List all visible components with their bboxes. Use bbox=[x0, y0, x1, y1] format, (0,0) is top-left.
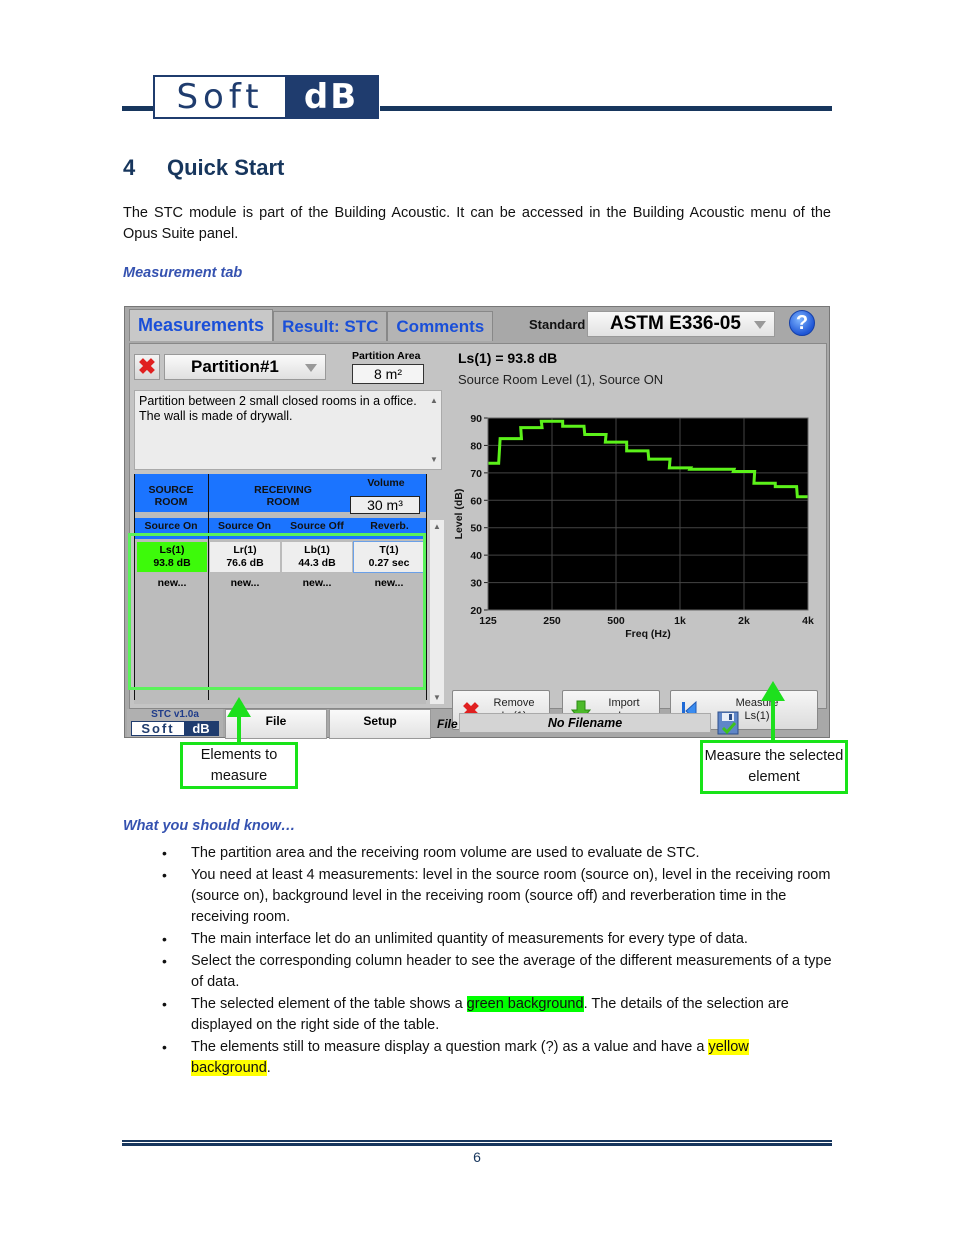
list-item-text: The selected element of the table shows … bbox=[191, 996, 467, 1012]
chevron-down-icon bbox=[754, 321, 766, 329]
tab-comments[interactable]: Comments bbox=[387, 311, 494, 341]
grid-divider bbox=[426, 474, 427, 700]
intro-paragraph: The STC module is part of the Building A… bbox=[123, 205, 831, 242]
header-rule-left bbox=[122, 106, 154, 111]
version-text: STC v1.0a bbox=[151, 709, 199, 720]
list-item: You need at least 4 measurements: level … bbox=[160, 865, 832, 928]
standard-value: ASTM E336-05 bbox=[610, 313, 741, 334]
list-item-text: . bbox=[266, 1060, 271, 1076]
selection-title: Ls(1) = 93.8 dB bbox=[458, 350, 558, 366]
y-tick-label: 60 bbox=[470, 495, 482, 507]
setup-button[interactable]: Setup bbox=[329, 709, 431, 739]
col-header-receiving-on[interactable]: Source On bbox=[208, 518, 281, 534]
description-textarea[interactable]: Partition between 2 small closed rooms i… bbox=[134, 390, 442, 470]
mini-logo-soft: Soft bbox=[132, 722, 184, 735]
list-item: The main interface let do an unlimited q… bbox=[160, 929, 832, 950]
list-item: The elements still to measure display a … bbox=[160, 1037, 832, 1079]
tab-result-stc[interactable]: Result: STC bbox=[273, 311, 388, 341]
partition-value: Partition#1 bbox=[191, 357, 279, 376]
description-scrollbar[interactable]: ▲ ▼ bbox=[427, 391, 441, 469]
scroll-down-icon[interactable]: ▼ bbox=[433, 693, 441, 702]
list-item: The partition area and the receiving roo… bbox=[160, 843, 832, 864]
save-icon[interactable] bbox=[717, 711, 739, 735]
elements-to-measure-callout: Elements to measure bbox=[180, 742, 298, 789]
volume-label: Volume bbox=[367, 477, 405, 489]
delete-partition-button[interactable]: ✖ bbox=[134, 354, 160, 380]
arrow-shaft bbox=[771, 698, 775, 742]
col-header-reverb[interactable]: Reverb. bbox=[353, 518, 426, 534]
section-heading: 4 Quick Start bbox=[123, 155, 284, 181]
plot-area bbox=[488, 418, 808, 610]
standard-select[interactable]: ASTM E336-05 bbox=[587, 311, 775, 337]
x-tick-label: 1k bbox=[674, 615, 686, 627]
version-badge: STC v1.0a Soft dB bbox=[127, 709, 223, 737]
arrow-shaft bbox=[237, 714, 241, 744]
what-you-should-know-heading: What you should know… bbox=[123, 818, 296, 834]
y-tick-label: 50 bbox=[470, 523, 482, 535]
y-tick-label: 40 bbox=[470, 550, 482, 562]
x-tick-label: 125 bbox=[479, 615, 497, 627]
filename-field: No Filename bbox=[459, 713, 711, 733]
file-label: File bbox=[437, 717, 458, 731]
selection-subtitle: Source Room Level (1), Source ON bbox=[458, 372, 664, 387]
softdb-logo: Soft dB bbox=[153, 75, 379, 119]
y-axis-label: Level (dB) bbox=[453, 489, 465, 540]
list-item-text: The main interface let do an unlimited q… bbox=[191, 931, 748, 947]
receiving-room-label: RECEIVING ROOM bbox=[254, 484, 312, 508]
x-axis-label: Freq (Hz) bbox=[625, 628, 671, 640]
tab-bar: Measurements Result: STC Comments bbox=[129, 309, 494, 343]
mini-softdb-logo: Soft dB bbox=[131, 721, 219, 736]
mini-logo-db: dB bbox=[184, 722, 218, 735]
tips-list: The partition area and the receiving roo… bbox=[160, 843, 832, 1080]
tab-measurements[interactable]: Measurements bbox=[129, 309, 274, 341]
logo-soft: Soft bbox=[176, 77, 264, 117]
partition-area-field[interactable]: 8 m² bbox=[352, 364, 424, 384]
page-number: 6 bbox=[473, 1149, 481, 1165]
description-text: Partition between 2 small closed rooms i… bbox=[139, 394, 417, 423]
source-room-header[interactable]: SOURCE ROOM bbox=[134, 474, 208, 512]
list-item: The selected element of the table shows … bbox=[160, 994, 832, 1036]
volume-field[interactable]: 30 m³ bbox=[350, 496, 420, 514]
scroll-up-icon[interactable]: ▲ bbox=[430, 393, 438, 408]
col-header-source-on[interactable]: Source On bbox=[134, 518, 208, 534]
elements-highlight-box bbox=[128, 533, 426, 690]
standard-label: Standard bbox=[529, 317, 586, 332]
col-header-receiving-off[interactable]: Source Off bbox=[281, 518, 353, 534]
chevron-down-icon bbox=[305, 364, 317, 372]
close-icon: ✖ bbox=[137, 354, 157, 379]
list-item-text: The partition area and the receiving roo… bbox=[191, 845, 700, 861]
y-tick-label: 80 bbox=[470, 440, 482, 452]
logo-db: dB bbox=[285, 77, 377, 117]
green-highlight: green background bbox=[466, 996, 584, 1012]
list-item-text: Select the corresponding column header t… bbox=[191, 953, 832, 990]
partition-select[interactable]: Partition#1 bbox=[164, 354, 326, 380]
x-tick-label: 500 bbox=[607, 615, 625, 627]
measurement-tab-subheading: Measurement tab bbox=[123, 265, 243, 281]
scroll-down-icon[interactable]: ▼ bbox=[430, 452, 438, 467]
y-tick-label: 90 bbox=[470, 413, 482, 425]
x-tick-label: 4k bbox=[802, 615, 814, 627]
list-item-text: You need at least 4 measurements: level … bbox=[191, 867, 831, 925]
y-tick-label: 30 bbox=[470, 578, 482, 590]
partition-area-label: Partition Area bbox=[352, 350, 421, 362]
help-icon[interactable]: ? bbox=[789, 310, 815, 336]
y-tick-label: 70 bbox=[470, 468, 482, 480]
section-number: 4 bbox=[123, 155, 136, 180]
section-title: Quick Start bbox=[167, 155, 285, 180]
x-tick-label: 2k bbox=[738, 615, 750, 627]
footer-rule bbox=[122, 1140, 832, 1146]
scroll-up-icon[interactable]: ▲ bbox=[433, 522, 441, 531]
grid-scrollbar[interactable]: ▲ ▼ bbox=[430, 520, 444, 704]
x-tick-label: 250 bbox=[543, 615, 561, 627]
list-item-text: The elements still to measure display a … bbox=[191, 1039, 709, 1055]
level-spectrum-chart: 2030405060708090125 250 500 1k 2k 4kFreq (Hz)… bbox=[453, 413, 814, 640]
measure-selected-callout: Measure the selected element bbox=[700, 740, 848, 794]
header-rule-right bbox=[380, 106, 832, 111]
list-item: Select the corresponding column header t… bbox=[160, 951, 832, 993]
